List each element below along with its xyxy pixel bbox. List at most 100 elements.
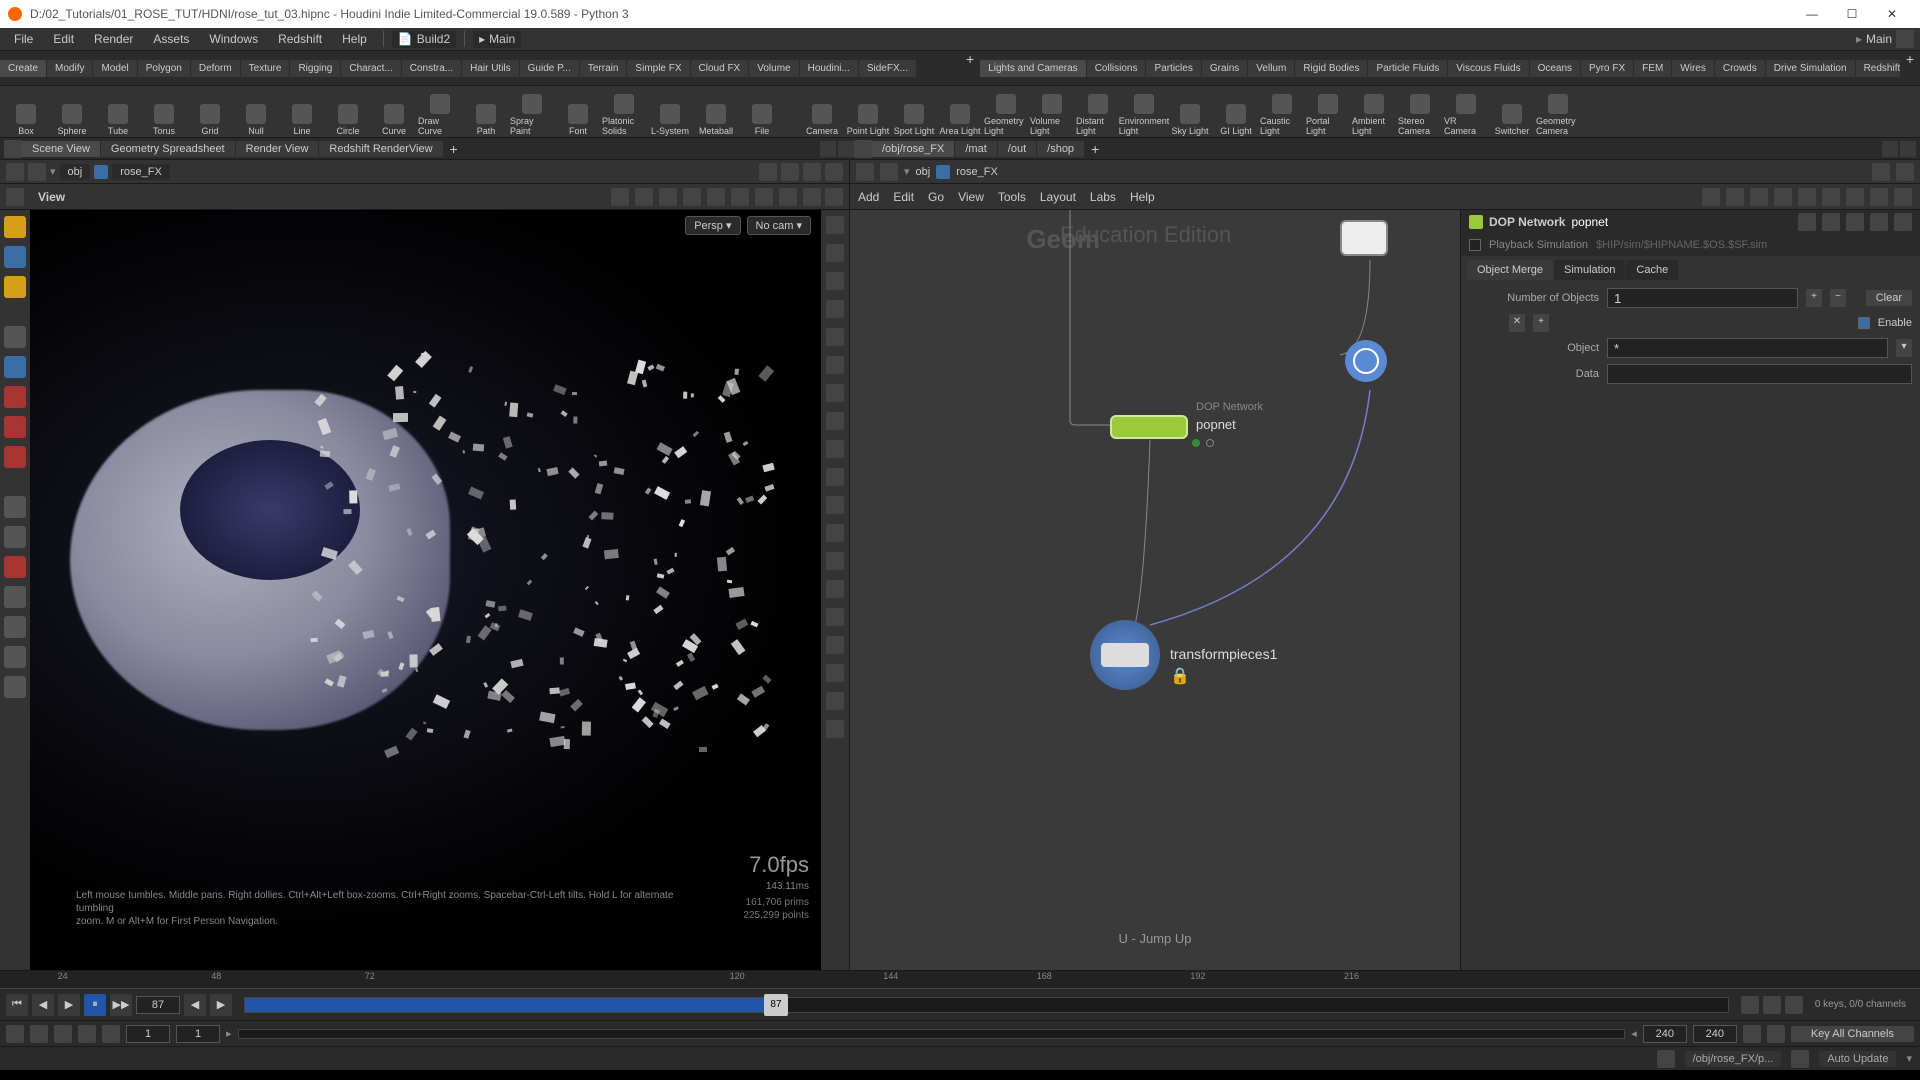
menu-assets[interactable]: Assets <box>145 30 197 48</box>
time-ruler[interactable]: 244872120144168192216 <box>0 971 1920 989</box>
shelf-tab[interactable]: Viscous Fluids <box>1448 60 1528 77</box>
menu-file[interactable]: File <box>6 30 41 48</box>
profile-icon[interactable] <box>826 524 844 542</box>
tool-button[interactable]: Spot Light <box>892 88 936 136</box>
menu-redshift[interactable]: Redshift <box>270 30 330 48</box>
net-tool4-icon[interactable] <box>1774 188 1792 206</box>
wire-icon[interactable] <box>826 328 844 346</box>
net-tool7-icon[interactable] <box>1846 188 1864 206</box>
tool-button[interactable]: Circle <box>326 88 370 136</box>
pane-tab-redshift-renderview[interactable]: Redshift RenderView <box>319 141 442 157</box>
lock2-icon[interactable] <box>826 272 844 290</box>
param-gear-icon[interactable] <box>1798 213 1816 231</box>
node-upstream[interactable] <box>1340 220 1388 256</box>
desktop-menu-button[interactable] <box>1896 30 1914 48</box>
net-pin-icon[interactable] <box>1872 163 1890 181</box>
prim-icon[interactable] <box>826 440 844 458</box>
shelf-tab[interactable]: Constra... <box>402 60 461 77</box>
tool-button[interactable]: Draw Curve <box>418 88 462 136</box>
arrow-tool-icon[interactable] <box>4 326 26 348</box>
range-start-button[interactable]: ◀ <box>184 994 206 1016</box>
range-lock-icon[interactable] <box>1741 996 1759 1014</box>
rotate-tool-icon[interactable] <box>4 276 26 298</box>
camera-icon[interactable] <box>779 188 797 206</box>
net-tool1-icon[interactable] <box>1702 188 1720 206</box>
shelf-tab[interactable]: Wires <box>1672 60 1714 77</box>
tool-button[interactable]: Stereo Camera <box>1398 88 1442 136</box>
time-marker[interactable]: 87 <box>764 994 788 1016</box>
tool-button[interactable]: Geometry Light <box>984 88 1028 136</box>
grid3d-icon[interactable] <box>826 664 844 682</box>
step-back-button[interactable]: ◀ <box>32 994 54 1016</box>
playback-checkbox[interactable] <box>1469 239 1481 251</box>
object-dropdown-icon[interactable]: ▾ <box>1896 339 1912 357</box>
auto-update-dropdown[interactable]: Auto Update <box>1819 1051 1896 1067</box>
path-link-icon[interactable] <box>781 163 799 181</box>
chan-icon5[interactable] <box>102 1025 120 1043</box>
status-msg-icon[interactable] <box>1657 1050 1675 1068</box>
shelf-tab[interactable]: Modify <box>47 60 92 77</box>
shelf-tab[interactable]: SideFX... <box>859 60 916 77</box>
paint-icon[interactable] <box>4 526 26 548</box>
chan-opt2-icon[interactable] <box>1767 1025 1785 1043</box>
red3-icon[interactable] <box>4 446 26 468</box>
clear-button[interactable]: Clear <box>1866 290 1912 306</box>
net-menu-tools[interactable]: Tools <box>998 190 1026 204</box>
numobj-minus[interactable]: − <box>1830 289 1846 307</box>
net-menu-add[interactable]: Add <box>858 190 879 204</box>
uv-icon[interactable] <box>826 552 844 570</box>
path-opt2-icon[interactable] <box>825 163 843 181</box>
gear-icon[interactable] <box>731 188 749 206</box>
path-pin-icon[interactable] <box>759 163 777 181</box>
param-tab-simulation[interactable]: Simulation <box>1554 260 1625 280</box>
shelf-tab[interactable]: Rigging <box>290 60 340 77</box>
net-menu-edit[interactable]: Edit <box>893 190 914 204</box>
enable-checkbox[interactable] <box>1858 317 1870 329</box>
net-tab-out[interactable]: /out <box>998 141 1036 157</box>
net-tool9-icon[interactable] <box>1894 188 1912 206</box>
build-desktop-dropdown[interactable]: 📄 Build2 <box>392 30 456 48</box>
tool-button[interactable]: Caustic Light <box>1260 88 1304 136</box>
net-pane-max-icon[interactable] <box>1900 141 1916 157</box>
shelf-tab[interactable]: Volume <box>749 60 798 77</box>
data-input[interactable] <box>1607 364 1912 384</box>
net-tab-mat[interactable]: /mat <box>955 141 996 157</box>
shelf-tab[interactable]: Deform <box>191 60 240 77</box>
menu-render[interactable]: Render <box>86 30 141 48</box>
net-path-node[interactable]: rose_FX <box>956 166 998 178</box>
cup-icon[interactable] <box>4 676 26 698</box>
select-icon[interactable] <box>611 188 629 206</box>
tool-button[interactable]: Sphere <box>50 88 94 136</box>
shelf-tab[interactable]: FEM <box>1634 60 1671 77</box>
path-back-icon[interactable] <box>6 163 24 181</box>
pause-button[interactable]: ⏸ <box>84 994 106 1016</box>
tool-button[interactable]: Switcher <box>1490 88 1534 136</box>
shelf-tab[interactable]: Cloud FX <box>691 60 749 77</box>
tool-button[interactable]: Volume Light <box>1030 88 1074 136</box>
tool-button[interactable]: VR Camera <box>1444 88 1488 136</box>
light-icon[interactable] <box>755 188 773 206</box>
shelf-tab[interactable]: Create <box>0 60 46 77</box>
range-end-button[interactable]: ▶ <box>210 994 232 1016</box>
audio-icon[interactable] <box>1785 996 1803 1014</box>
shelf-tab[interactable]: Polygon <box>138 60 190 77</box>
shelf-tab[interactable]: Simple FX <box>627 60 689 77</box>
tool-button[interactable]: Path <box>464 88 508 136</box>
ghost-icon[interactable] <box>826 300 844 318</box>
tool-button[interactable]: Point Light <box>846 88 890 136</box>
net-pane-option-icon[interactable] <box>1882 141 1898 157</box>
net-fwd-icon[interactable] <box>880 163 898 181</box>
shelf-tab[interactable]: Lights and Cameras <box>980 60 1086 77</box>
lock-tool-icon[interactable] <box>4 356 26 378</box>
net-path-obj[interactable]: obj <box>916 166 931 178</box>
viewport-3d[interactable]: Persp ▾ No cam ▾ 7.0fps 143.11ms 161,706… <box>30 210 821 970</box>
brush-icon[interactable] <box>4 586 26 608</box>
param-tab-objmerge[interactable]: Object Merge <box>1467 260 1553 280</box>
pane-tab-scene-view[interactable]: Scene View <box>22 141 100 157</box>
chan-icon3[interactable] <box>54 1025 72 1043</box>
tool-button[interactable]: Torus <box>142 88 186 136</box>
status-path[interactable]: /obj/rose_FX/p... <box>1685 1051 1782 1067</box>
net-tool2-icon[interactable] <box>1726 188 1744 206</box>
maximize-button[interactable]: ☐ <box>1832 7 1872 21</box>
stop-icon[interactable] <box>707 188 725 206</box>
